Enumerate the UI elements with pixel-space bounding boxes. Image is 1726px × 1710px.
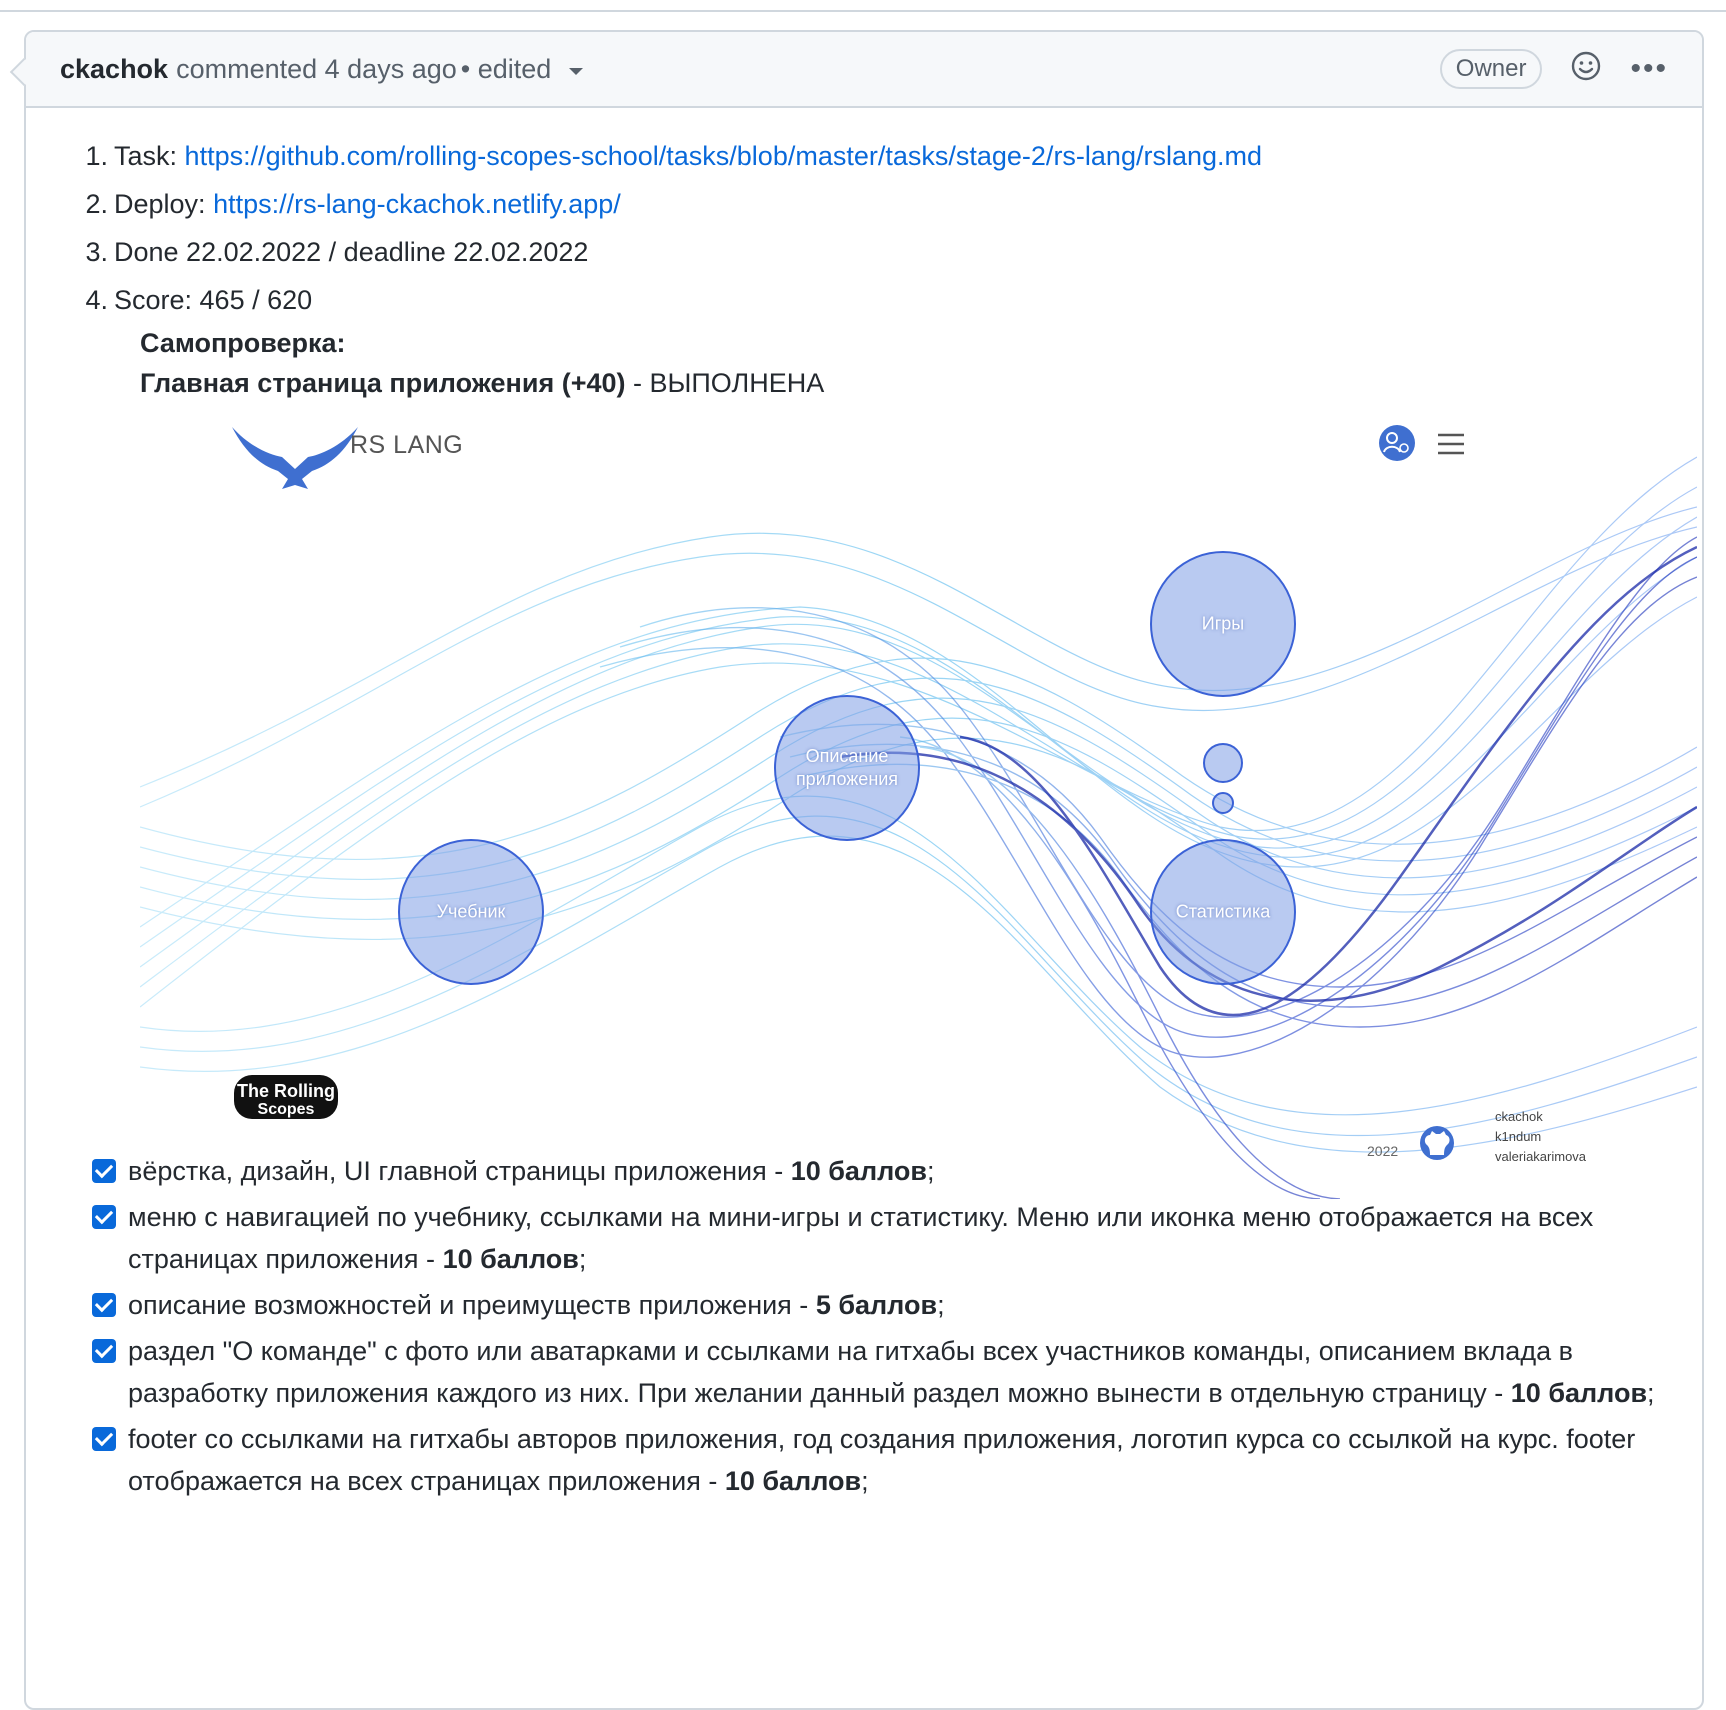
list-item: 2. Deploy: https://rs-lang-ckachok.netlif… [78, 180, 1262, 228]
chevron-down-icon [569, 67, 584, 75]
item-points: 10 баллов [790, 1156, 927, 1186]
course-logo-line1: The Rolling [237, 1081, 335, 1101]
item-end: ; [1647, 1378, 1655, 1408]
about-link[interactable]: Описание приложения [796, 745, 898, 791]
item-text: меню с навигацией по учебнику, ссылками … [128, 1202, 1594, 1274]
list-number: 1. [85, 141, 108, 171]
checklist-text: описание возможностей и преимуществ прил… [128, 1284, 1702, 1326]
checklist-text: раздел "О команде" с фото или аватарками… [128, 1330, 1702, 1414]
task-checklist: вёрстка, дизайн, UI главной страницы при… [92, 1150, 1702, 1506]
item-end: ; [578, 1244, 587, 1274]
menu-icon [1438, 433, 1464, 455]
checklist-item: footer со ссылками на гитхабы авторов пр… [92, 1418, 1702, 1502]
checklist-item: раздел "О команде" с фото или аватарками… [92, 1330, 1702, 1414]
list-number: 2. [85, 189, 108, 219]
comment-timestamp[interactable]: commented 4 days ago [176, 54, 457, 85]
list-item: 1. Task: https://github.com/rolling-scope… [78, 132, 1262, 180]
deploy-link[interactable]: https://rs-lang-ckachok.netlify.app/ [213, 189, 621, 219]
course-logo-line2: Scopes [258, 1101, 315, 1118]
item-text: описание возможностей и преимуществ прил… [128, 1290, 816, 1320]
about-line1: Описание [805, 746, 889, 766]
checkbox-checked-icon[interactable] [92, 1205, 116, 1229]
checklist-item: меню с навигацией по учебнику, ссылками … [92, 1196, 1702, 1280]
checkbox-checked-icon[interactable] [92, 1339, 116, 1363]
textbook-link[interactable]: Учебник [437, 901, 506, 924]
author-link[interactable]: ckachok [1495, 1107, 1586, 1127]
stats-link[interactable]: Статистика [1176, 901, 1271, 924]
smiley-icon [1572, 51, 1601, 80]
issue-comment: ckachok commented 4 days ago • edited Ow… [24, 30, 1704, 1710]
item-end: ; [937, 1290, 945, 1320]
checklist-text: вёрстка, дизайн, UI главной страницы при… [128, 1150, 1702, 1192]
item-text: footer со ссылками на гитхабы авторов пр… [128, 1424, 1636, 1496]
edited-dropdown[interactable]: • edited [461, 54, 584, 85]
list-text: Score: 465 / 620 [114, 285, 313, 315]
author-link[interactable]: k1ndum [1495, 1127, 1586, 1147]
comment-author[interactable]: ckachok [60, 54, 168, 85]
games-link[interactable]: Игры [1202, 613, 1244, 636]
bird-logo [232, 427, 358, 489]
list-item: 3. Done 22.02.2022 / deadline 22.02.2022 [78, 228, 1262, 276]
comment-header: ckachok commented 4 days ago • edited Ow… [26, 32, 1702, 108]
list-text: Done 22.02.2022 / deadline 22.02.2022 [114, 237, 589, 267]
checklist-item: вёрстка, дизайн, UI главной страницы при… [92, 1150, 1702, 1192]
item-points: 5 баллов [815, 1290, 938, 1320]
checkbox-checked-icon[interactable] [92, 1159, 116, 1183]
checkbox-checked-icon[interactable] [92, 1427, 116, 1451]
list-label: Deploy: [114, 189, 206, 219]
add-reaction-button[interactable] [1570, 50, 1602, 89]
task-link[interactable]: https://github.com/rolling-scopes-school… [185, 141, 1262, 171]
rolling-scopes-logo: The Rolling Scopes [234, 1075, 338, 1119]
edited-label: • edited [460, 53, 552, 84]
checklist-text: footer со ссылками на гитхабы авторов пр… [128, 1418, 1702, 1502]
list-item: 4. Score: 465 / 620 [78, 276, 1262, 324]
app-screenshot[interactable]: The Rolling Scopes RS LANG Игры Описание… [140, 407, 1697, 1199]
list-number: 4. [85, 285, 108, 315]
item-points: 10 баллов [724, 1466, 862, 1496]
section-heading: Главная страница приложения (+40) - ВЫПО… [140, 363, 824, 403]
item-text: раздел "О команде" с фото или аватарками… [128, 1336, 1573, 1408]
app-brand: RS LANG [350, 431, 464, 459]
info-list: 1. Task: https://github.com/rolling-scope… [78, 132, 1262, 324]
item-end: ; [926, 1156, 935, 1186]
owner-badge: Owner [1439, 49, 1543, 89]
item-text: вёрстка, дизайн, UI главной страницы при… [128, 1156, 791, 1186]
more-options-icon[interactable]: ••• [1630, 54, 1668, 84]
timeline-divider [0, 10, 1726, 12]
selfcheck-title: Самопроверка: [140, 328, 346, 358]
section-title: Главная страница приложения (+40) [140, 368, 626, 398]
item-points: 10 баллов [442, 1244, 579, 1274]
selfcheck-block: Самопроверка: Главная страница приложени… [140, 323, 824, 403]
item-end: ; [861, 1466, 869, 1496]
list-label: Task: [114, 141, 178, 171]
checklist-text: меню с навигацией по учебнику, ссылками … [128, 1196, 1702, 1280]
section-status: - ВЫПОЛНЕНА [625, 368, 825, 398]
checklist-item: описание возможностей и преимуществ прил… [92, 1284, 1702, 1326]
about-line2: приложения [795, 769, 899, 789]
list-number: 3. [85, 237, 108, 267]
account-icon [1379, 425, 1415, 461]
checkbox-checked-icon[interactable] [92, 1293, 116, 1317]
item-points: 10 баллов [1510, 1378, 1648, 1408]
wave-background: The Rolling Scopes [140, 425, 1697, 1199]
